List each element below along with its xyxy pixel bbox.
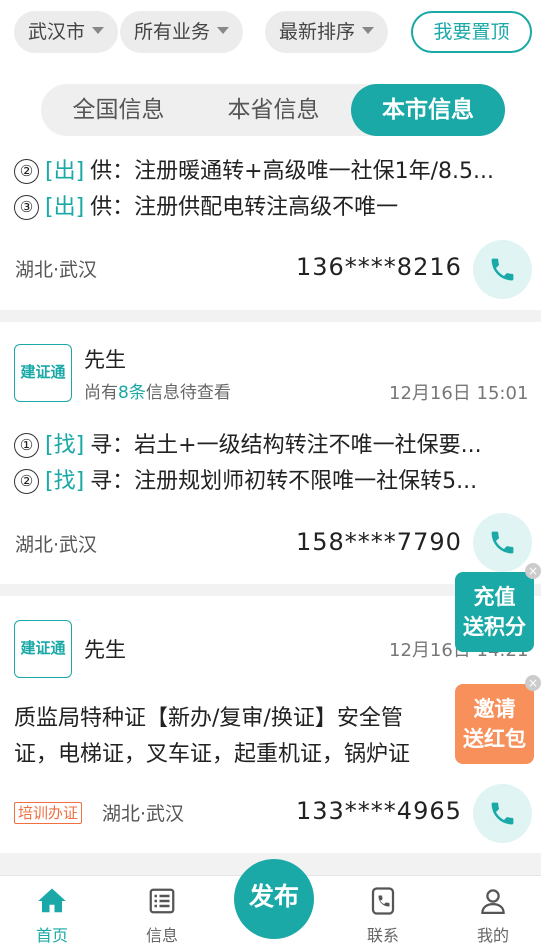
line-number: ② <box>14 469 39 494</box>
promo-line: 充值 <box>473 585 516 609</box>
phone-icon <box>491 258 514 281</box>
line-tag: [找] <box>45 469 85 494</box>
line-tag: [出] <box>45 195 85 220</box>
phone-icon <box>491 531 514 554</box>
phone-number: 133****4965 <box>296 797 462 825</box>
line-number: ① <box>14 433 39 458</box>
caret-down-icon <box>92 27 105 34</box>
caret-down-icon <box>217 27 230 34</box>
phone-number: 158****7790 <box>296 528 462 556</box>
phone-icon <box>491 802 514 825</box>
caret-down-icon <box>362 27 375 34</box>
city-filter[interactable]: 武汉市 <box>14 11 119 53</box>
poster-name: 先生 <box>84 638 126 662</box>
promo-line: 送红包 <box>463 727 526 751</box>
poster-name: 先生 <box>84 348 126 372</box>
line-tag: [出] <box>45 159 85 184</box>
call-button[interactable] <box>473 513 532 572</box>
nav-label: 信息 <box>145 926 178 945</box>
category-tag: 培训办证 <box>14 802 83 824</box>
line-text: 供：注册暖通转+高级唯一社保1年/8.5... <box>90 159 494 184</box>
close-icon[interactable]: × <box>525 675 541 691</box>
home-icon <box>38 888 66 913</box>
call-button[interactable] <box>473 784 532 843</box>
promo-line: 邀请 <box>473 697 516 721</box>
business-filter[interactable]: 所有业务 <box>120 11 244 53</box>
location-label: 湖北·武汉 <box>102 803 185 825</box>
nav-label: 联系 <box>366 926 399 945</box>
list-icon <box>149 888 175 914</box>
jianzhengtong-badge: 建证通 <box>14 620 72 678</box>
nav-label: 首页 <box>35 926 68 945</box>
top-bar: 武汉市 所有业务 最新排序 我要置顶 全国信息 本省信息 本市信息 <box>0 0 541 140</box>
publish-button[interactable]: 发布 <box>234 859 314 939</box>
contact-phone-icon <box>371 887 395 915</box>
sort-filter[interactable]: 最新排序 <box>265 11 389 53</box>
region-tabs: 全国信息 本省信息 本市信息 <box>41 84 505 136</box>
business-filter-label: 所有业务 <box>134 21 211 43</box>
close-icon[interactable]: × <box>525 563 541 579</box>
promo-line: 送积分 <box>463 615 526 639</box>
line-text: 寻：岩土+一级结构转注不唯一社保要... <box>90 433 482 458</box>
line-tag: [找] <box>45 433 85 458</box>
post-time: 12月16日 15:01 <box>389 383 529 404</box>
line-text: 供：注册供配电转注高级不唯一 <box>90 195 399 220</box>
tab-province[interactable]: 本省信息 <box>196 84 351 136</box>
line-text: 寻：注册规划师初转不限唯一社保转5... <box>90 469 478 494</box>
call-button[interactable] <box>473 240 532 299</box>
nav-mine[interactable]: 我的 <box>453 876 533 946</box>
listing-card[interactable]: ② [出] 供：注册暖通转+高级唯一社保1年/8.5... ③ [出] 供：注册供配电转… <box>0 140 541 310</box>
line-number: ③ <box>14 195 39 220</box>
pending-info-text: 尚有8条信息待查看 <box>84 383 231 403</box>
tab-national[interactable]: 全国信息 <box>41 84 196 136</box>
listing-line: ② [找] 寻：注册规划师初转不限唯一社保转5... <box>14 463 524 495</box>
invite-redpacket-promo[interactable]: 邀请 送红包 × <box>455 675 541 764</box>
nav-contact[interactable]: 联系 <box>343 876 423 946</box>
pin-to-top-button[interactable]: 我要置顶 <box>411 11 532 53</box>
sort-filter-label: 最新排序 <box>279 21 356 43</box>
listing-line: ② [出] 供：注册暖通转+高级唯一社保1年/8.5... <box>14 153 530 185</box>
city-filter-label: 武汉市 <box>28 21 86 43</box>
listing-line: ③ [出] 供：注册供配电转注高级不唯一 <box>14 189 530 221</box>
location-label: 湖北·武汉 <box>15 259 98 281</box>
listing-line: ① [找] 寻：岩土+一级结构转注不唯一社保要... <box>14 427 524 459</box>
tab-city[interactable]: 本市信息 <box>351 84 505 136</box>
listing-card[interactable]: 建证通 先生 尚有8条信息待查看 12月16日 15:01 ① [找] 寻：岩土+一… <box>0 322 541 584</box>
location-label: 湖北·武汉 <box>15 534 98 556</box>
nav-home[interactable]: 首页 <box>12 876 92 946</box>
line-number: ② <box>14 159 39 184</box>
recharge-bonus-promo[interactable]: 充值 送积分 × <box>455 563 541 652</box>
jianzhengtong-badge: 建证通 <box>14 344 72 402</box>
phone-number: 136****8216 <box>296 253 462 281</box>
user-icon <box>481 889 505 914</box>
nav-info[interactable]: 信息 <box>122 876 202 946</box>
nav-label: 我的 <box>476 926 509 945</box>
